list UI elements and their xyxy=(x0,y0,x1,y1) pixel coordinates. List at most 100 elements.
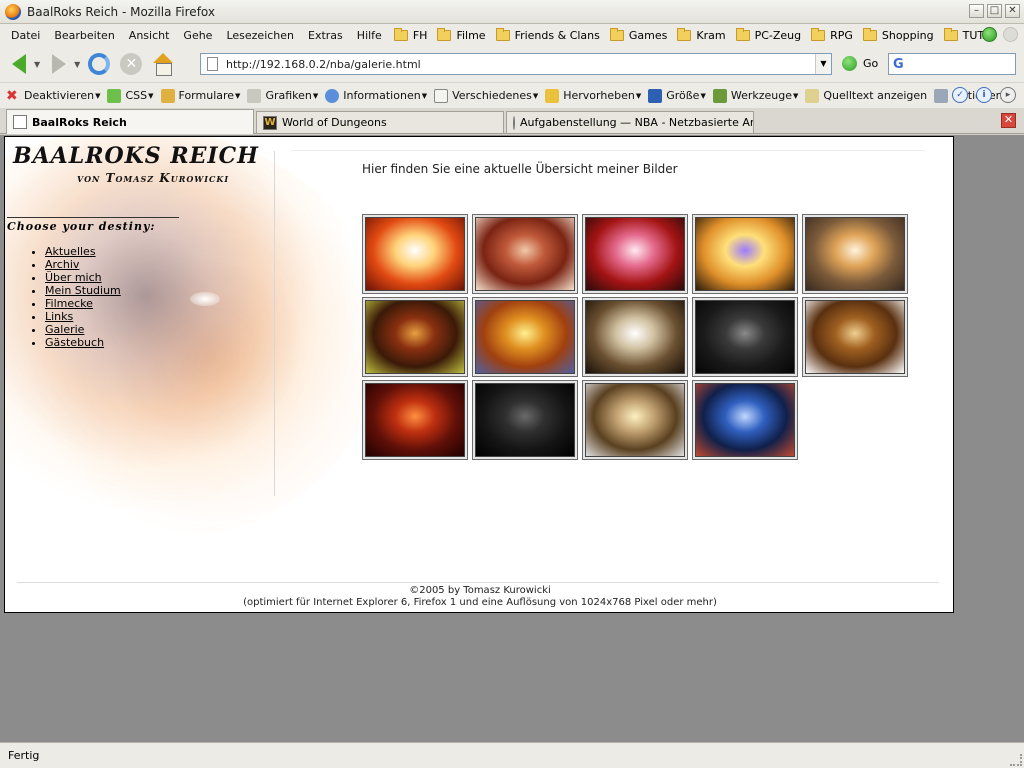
menu-datei[interactable]: Datei xyxy=(4,29,47,42)
gallery-thumbnail[interactable] xyxy=(362,297,468,377)
nav-link-archiv[interactable]: Archiv xyxy=(45,258,79,271)
update-icon[interactable] xyxy=(982,27,997,42)
minimize-button[interactable]: – xyxy=(969,4,984,18)
thumbnail-image xyxy=(695,383,795,457)
about-icon[interactable]: i xyxy=(976,87,992,103)
tab-aufgabenstellung[interactable]: Aufgabenstellung — NBA - Netzbasierte An… xyxy=(506,111,754,133)
document-icon xyxy=(434,88,449,103)
toolbox-icon xyxy=(712,88,727,103)
tab-bar: BaalRoks Reich W World of Dungeons Aufga… xyxy=(0,108,1024,134)
gallery-thumbnail[interactable] xyxy=(362,214,468,294)
dev-css[interactable]: CSS ▼ xyxy=(107,88,154,103)
thumbnail-image xyxy=(695,300,795,374)
resize-grip[interactable] xyxy=(1010,754,1022,766)
menu-hilfe[interactable]: Hilfe xyxy=(350,29,389,42)
image-icon xyxy=(247,88,262,103)
dev-werkzeuge[interactable]: Werkzeuge ▼ xyxy=(712,88,798,103)
window-title: BaalRoks Reich - Mozilla Firefox xyxy=(27,4,215,19)
bookmark-pc-zeug[interactable]: PC-Zeug xyxy=(731,27,807,42)
bookmark-rpg[interactable]: RPG xyxy=(806,27,858,42)
gallery-thumbnail[interactable] xyxy=(362,380,468,460)
gallery-thumbnail[interactable] xyxy=(582,297,688,377)
menu-ansicht[interactable]: Ansicht xyxy=(122,29,177,42)
menu-right-icons xyxy=(982,27,1018,42)
play-icon[interactable]: ▸ xyxy=(1000,87,1016,103)
dev-hervorheben[interactable]: Hervorheben ▼ xyxy=(545,88,641,103)
close-tab-button[interactable]: ✕ xyxy=(1001,113,1016,128)
stop-button[interactable]: ✕ xyxy=(118,51,144,77)
bookmark-fh[interactable]: FH xyxy=(389,27,433,42)
validate-icon[interactable]: ✓ xyxy=(952,87,968,103)
bookmark-games[interactable]: Games xyxy=(605,27,672,42)
folder-icon xyxy=(437,27,452,41)
gallery-thumbnail[interactable] xyxy=(472,214,578,294)
bookmark-kram[interactable]: Kram xyxy=(672,27,730,42)
back-history-dropdown[interactable]: ▼ xyxy=(34,60,40,69)
options-icon xyxy=(934,88,949,103)
dev-informationen[interactable]: Informationen ▼ xyxy=(325,88,427,103)
site-logo-subtitle: von Tomasz Kurowicki xyxy=(77,171,230,185)
maximize-button[interactable]: □ xyxy=(987,4,1002,18)
reload-button[interactable] xyxy=(86,51,112,77)
tab-world-of-dungeons[interactable]: W World of Dungeons xyxy=(256,111,504,133)
dev-verschiedenes[interactable]: Verschiedenes ▼ xyxy=(434,88,538,103)
thumbnail-image xyxy=(365,217,465,291)
menu-extras[interactable]: Extras xyxy=(301,29,350,42)
image-gallery xyxy=(362,214,912,460)
bookmark-filme[interactable]: Filme xyxy=(432,27,490,42)
gallery-thumbnail[interactable] xyxy=(692,380,798,460)
dev-groesse[interactable]: Größe ▼ xyxy=(648,88,706,103)
site-navigation: Aktuelles Archiv Über mich Mein Studium … xyxy=(33,245,121,349)
gallery-thumbnail[interactable] xyxy=(582,214,688,294)
go-button[interactable]: Go xyxy=(842,56,878,71)
nav-link-gaestebuch[interactable]: Gästebuch xyxy=(45,336,104,349)
status-text: Fertig xyxy=(8,749,40,762)
gallery-thumbnail[interactable] xyxy=(472,380,578,460)
folder-icon xyxy=(811,27,826,41)
url-dropdown-button[interactable]: ▼ xyxy=(815,54,831,74)
dev-formulare[interactable]: Formulare ▼ xyxy=(160,88,240,103)
gallery-thumbnail[interactable] xyxy=(692,297,798,377)
dev-grafiken[interactable]: Grafiken ▼ xyxy=(247,88,318,103)
gallery-thumbnail[interactable] xyxy=(582,380,688,460)
nav-link-galerie[interactable]: Galerie xyxy=(45,323,84,336)
thumbnail-image xyxy=(475,300,575,374)
bookmark-shopping[interactable]: Shopping xyxy=(858,27,939,42)
back-button[interactable] xyxy=(6,51,32,77)
web-page: BaalRoks Reich von Tomasz Kurowicki Choo… xyxy=(4,136,954,613)
tab-baalroks-reich[interactable]: BaalRoks Reich xyxy=(6,109,254,134)
close-window-button[interactable]: ✕ xyxy=(1005,4,1020,18)
dev-quelltext[interactable]: Quelltext anzeigen xyxy=(805,88,927,103)
nav-item: Links xyxy=(45,310,121,323)
menu-bearbeiten[interactable]: Bearbeiten xyxy=(47,29,121,42)
gallery-thumbnail[interactable] xyxy=(802,214,908,294)
search-input[interactable]: G xyxy=(888,53,1016,75)
dev-deaktivieren[interactable]: ✖ Deaktivieren ▼ xyxy=(6,88,100,104)
lock-icon xyxy=(160,88,175,103)
home-button[interactable] xyxy=(150,51,176,77)
nav-item: Gästebuch xyxy=(45,336,121,349)
nav-item: Galerie xyxy=(45,323,121,336)
reload-icon xyxy=(88,53,111,75)
thumbnail-image xyxy=(805,300,905,374)
folder-icon xyxy=(677,27,692,41)
nav-link-ueber-mich[interactable]: Über mich xyxy=(45,271,102,284)
forward-arrow-icon xyxy=(52,54,67,74)
nav-link-mein-studium[interactable]: Mein Studium xyxy=(45,284,121,297)
google-search-icon[interactable]: G xyxy=(893,57,904,72)
gallery-thumbnail[interactable] xyxy=(802,297,908,377)
url-bar[interactable]: http://192.168.0.2/nba/galerie.html ▼ xyxy=(200,53,832,75)
menu-lesezeichen[interactable]: Lesezeichen xyxy=(219,29,301,42)
menu-gehe[interactable]: Gehe xyxy=(176,29,219,42)
navigation-toolbar: ▼ ▼ ✕ http://192.168.0.2/nba/galerie.htm… xyxy=(0,46,1024,82)
gallery-thumbnail[interactable] xyxy=(472,297,578,377)
gallery-thumbnail[interactable] xyxy=(692,214,798,294)
nav-link-aktuelles[interactable]: Aktuelles xyxy=(45,245,96,258)
nav-link-links[interactable]: Links xyxy=(45,310,73,323)
nav-link-filmecke[interactable]: Filmecke xyxy=(45,297,93,310)
forward-button[interactable] xyxy=(46,51,72,77)
status-bar: Fertig xyxy=(0,742,1024,768)
forward-history-dropdown[interactable]: ▼ xyxy=(74,60,80,69)
thumbnail-image xyxy=(365,383,465,457)
bookmark-friends-clans[interactable]: Friends & Clans xyxy=(491,27,605,42)
